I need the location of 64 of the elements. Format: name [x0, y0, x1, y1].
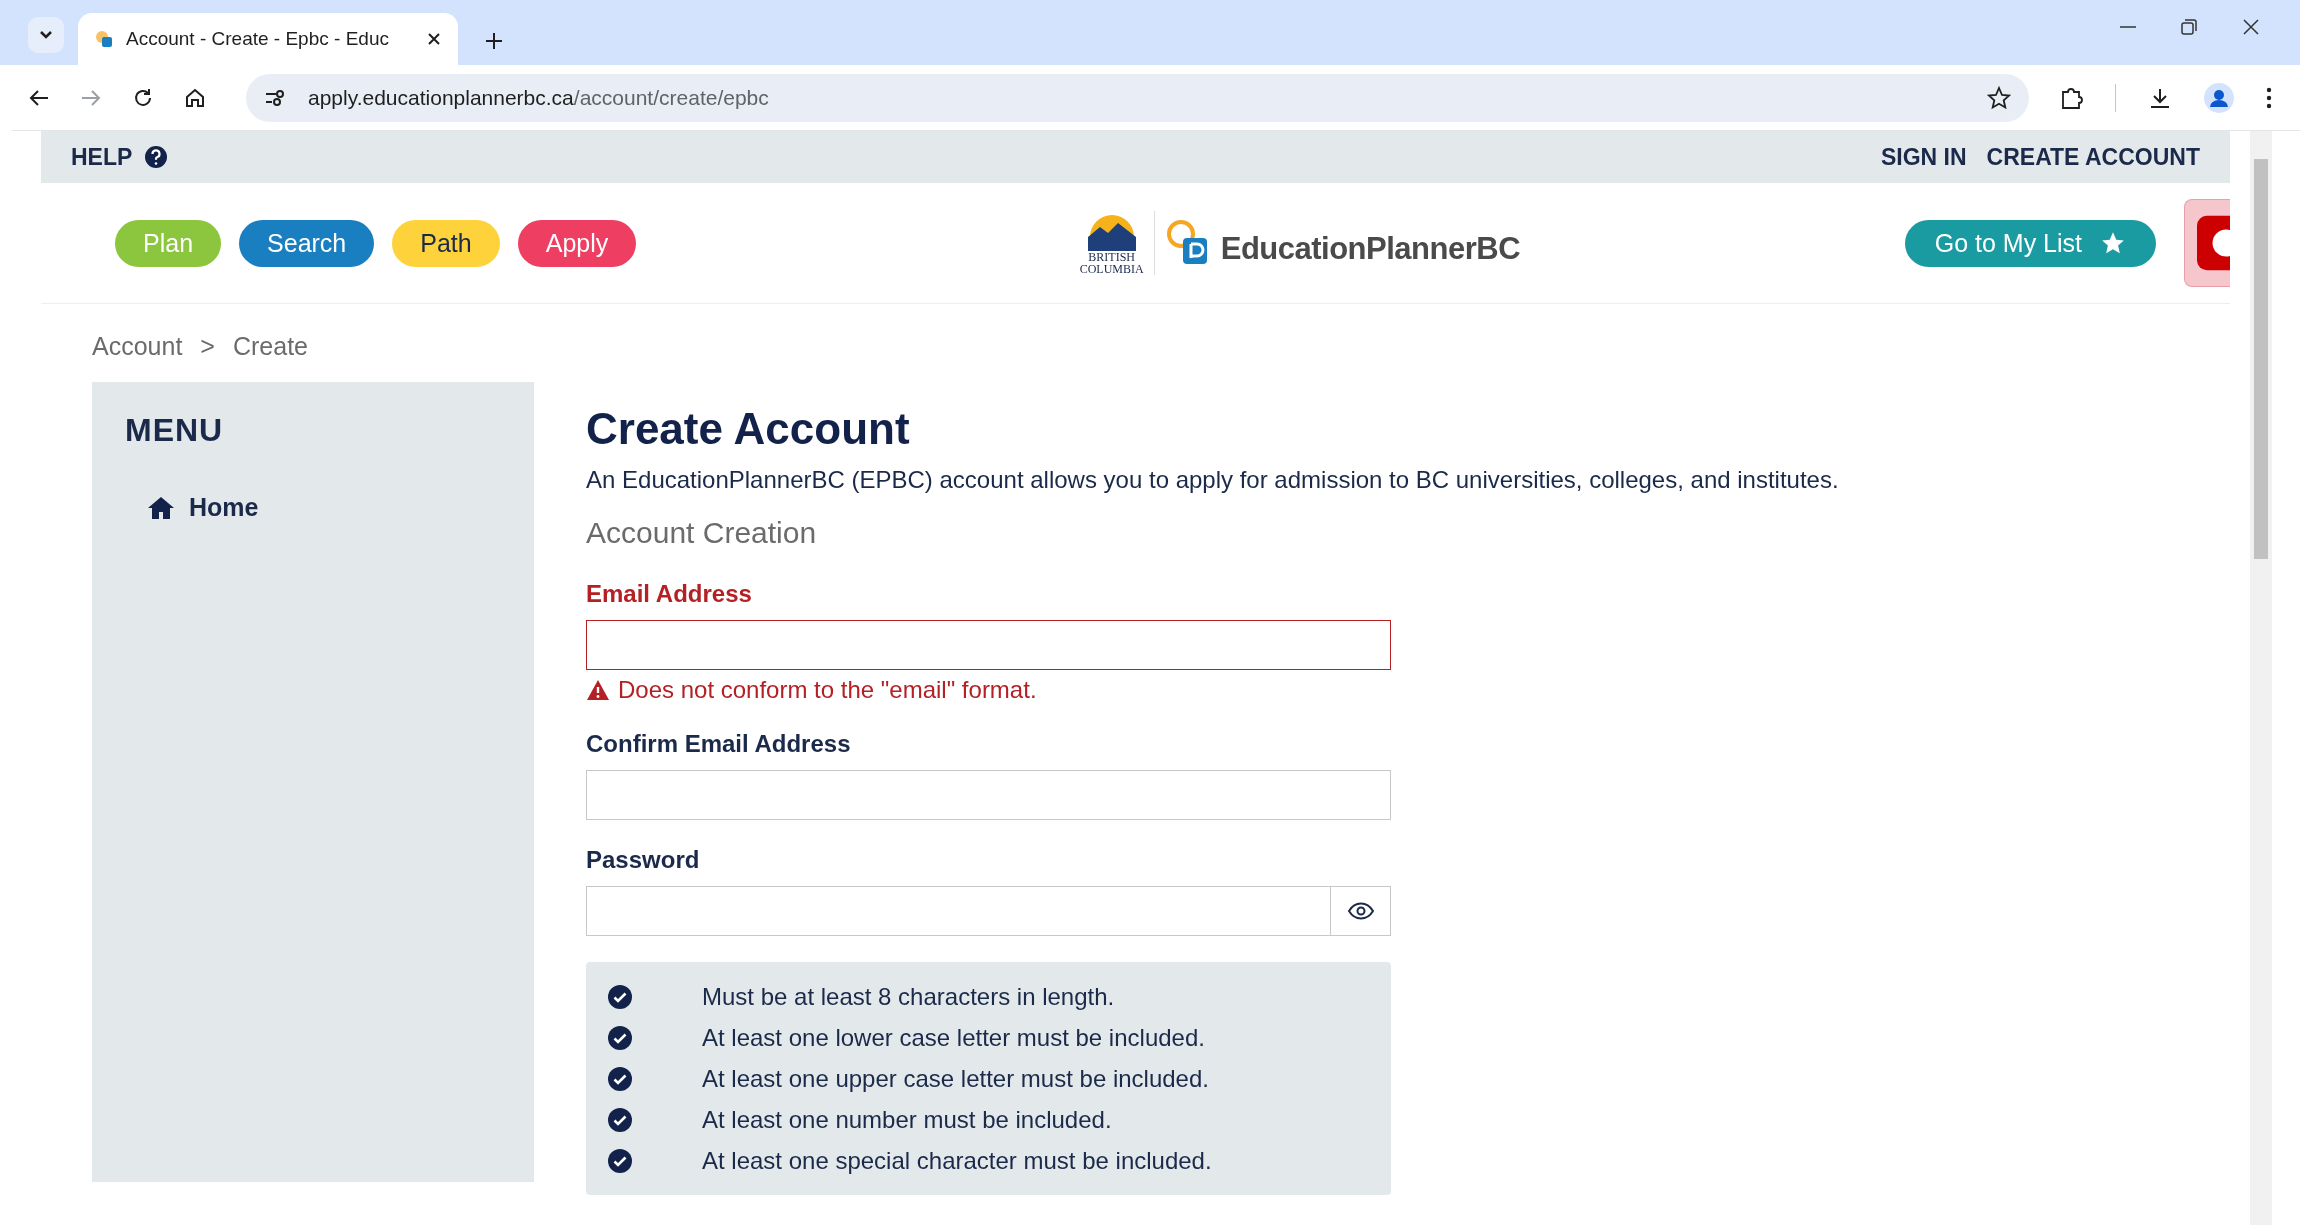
profile-button[interactable]	[2204, 82, 2234, 113]
chevron-down-icon	[39, 30, 53, 40]
home-button[interactable]	[184, 86, 206, 109]
field-label: Password	[586, 846, 701, 874]
close-tab-button[interactable]	[426, 31, 442, 47]
show-password-button[interactable]	[1331, 886, 1391, 936]
requirement-text: At least one number must be included.	[702, 1105, 1112, 1134]
menu-button[interactable]	[2266, 86, 2272, 109]
header-link[interactable]: SIGN IN	[1881, 143, 1967, 171]
minimize-icon	[2120, 26, 2136, 28]
more-vertical-icon	[2266, 86, 2272, 109]
profile-avatar-icon	[2204, 82, 2234, 113]
restore-button[interactable]	[2180, 18, 2198, 36]
page-description: An EducationPlannerBC (EPBC) account allows you to apply for admission to BC universities, colleges, and institutes.	[586, 466, 1840, 494]
new-tab-button[interactable]	[484, 31, 504, 51]
browser-tab[interactable]: Account - Create - Epbc - Educ	[78, 13, 458, 65]
help-icon[interactable]	[144, 145, 169, 169]
field-label: Email Address	[586, 580, 753, 608]
menu-heading: MENU	[125, 412, 225, 449]
site-settings-icon	[264, 87, 286, 108]
close-window-button[interactable]	[2242, 18, 2260, 36]
nav-pill[interactable]: Apply	[517, 219, 637, 267]
requirement-text: At least one special character must be included.	[702, 1146, 1212, 1175]
field-label: Confirm Email Address	[586, 730, 852, 758]
page-title: Create Account	[586, 404, 911, 454]
puzzle-icon	[2059, 85, 2083, 110]
breadcrumb-separator: >	[200, 332, 215, 362]
password-field[interactable]	[586, 886, 1331, 936]
section-heading: Account Creation	[586, 516, 818, 550]
bookmark-button[interactable]	[1987, 85, 2011, 110]
plus-icon	[484, 31, 504, 51]
restore-icon	[2180, 18, 2198, 36]
side-widget-tab[interactable]	[2184, 199, 2230, 287]
error-message: Does not conform to the "email" format.	[618, 676, 1037, 704]
home-icon	[184, 86, 206, 109]
close-icon	[2242, 18, 2260, 36]
warning-icon	[586, 679, 610, 701]
breadcrumb-current: Create	[232, 332, 308, 362]
close-icon	[426, 31, 442, 47]
province-name: BRITISH COLUMBIA	[1079, 251, 1144, 275]
header-link[interactable]: CREATE ACCOUNT	[1986, 143, 2200, 171]
tab-search-button[interactable]	[28, 17, 64, 53]
tab-title: Account - Create - Epbc - Educ	[126, 28, 390, 50]
email-field[interactable]	[586, 620, 1391, 670]
reload-button[interactable]	[132, 86, 154, 109]
star-icon	[2100, 230, 2126, 256]
help-link[interactable]: HELP	[71, 143, 133, 171]
requirement-text: At least one lower case letter must be included.	[702, 1023, 1205, 1052]
reload-icon	[132, 86, 154, 109]
breadcrumb-link[interactable]: Account	[92, 332, 183, 382]
requirement-text: At least one upper case letter must be included.	[702, 1064, 1209, 1093]
requirement-text: Must be at least 8 characters in length.	[702, 982, 1115, 1011]
url-text: apply.educationplannerbc.ca/account/create/epbc	[308, 85, 769, 110]
address-bar[interactable]: apply.educationplannerbc.ca/account/create/epbc	[246, 73, 2029, 122]
eye-icon	[1347, 902, 1374, 920]
nav-pill[interactable]: Path	[392, 219, 500, 267]
nav-pill[interactable]: Search	[239, 219, 375, 267]
star-icon	[1987, 85, 2011, 110]
site-logo-text: EducationPlannerBC	[1220, 231, 1521, 267]
sidebar-item[interactable]: Home	[125, 493, 501, 522]
favicon-icon	[94, 29, 114, 49]
scrollbar[interactable]	[2250, 131, 2272, 1225]
home-icon	[147, 495, 175, 520]
extensions-button[interactable]	[2059, 85, 2083, 110]
